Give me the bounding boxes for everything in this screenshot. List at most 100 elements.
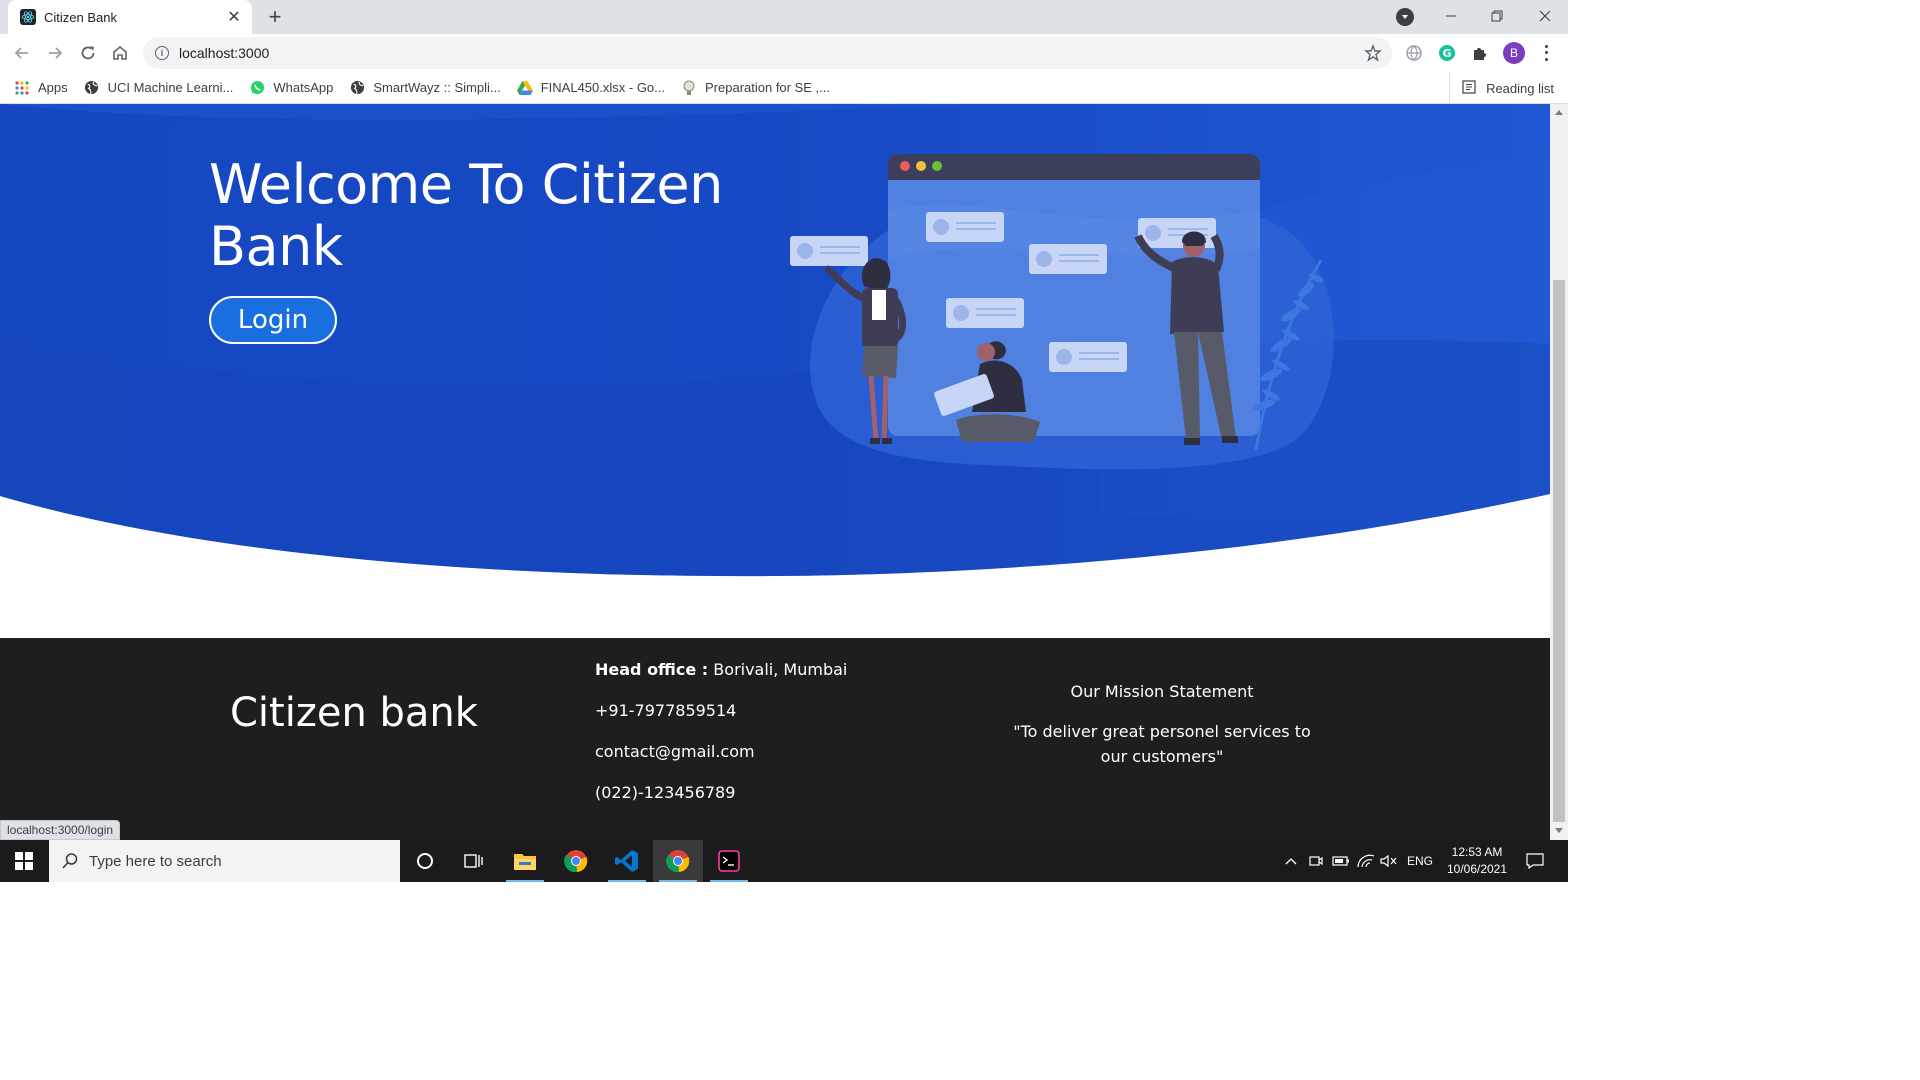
chrome-active-taskbar-button[interactable]: [653, 840, 703, 882]
wifi-icon: [1357, 854, 1375, 868]
home-icon: [113, 45, 127, 60]
team-collaboration-illustration: [790, 154, 1334, 470]
chrome-icon: [666, 850, 690, 873]
globe-icon: [84, 80, 100, 96]
page-scrollbar[interactable]: [1550, 104, 1568, 840]
bookmark-label: Apps: [38, 80, 68, 95]
meet-icon: [1309, 856, 1323, 866]
cortana-circle-icon: [417, 853, 433, 869]
bookmarks-bar: Apps UCI Machine Learni... WhatsApp Smar…: [0, 72, 1568, 104]
tab-search-button[interactable]: [1396, 8, 1414, 26]
action-center-button[interactable]: [1520, 840, 1550, 882]
wifi-indicator[interactable]: [1355, 840, 1377, 882]
reload-button[interactable]: [74, 39, 102, 67]
bookmark-apps[interactable]: Apps: [14, 80, 68, 96]
vscode-taskbar-button[interactable]: [602, 840, 652, 882]
browser-menu-icon[interactable]: [1538, 43, 1554, 63]
landline-text: (022)-123456789: [595, 783, 736, 802]
scrollbar-thumb[interactable]: [1553, 280, 1565, 822]
mission-statement: Our Mission Statement "To deliver great …: [1002, 682, 1322, 769]
windows-taskbar: Type here to search ENG 12:53 AM 10/06/2…: [0, 840, 1568, 882]
tab-strip: Citizen Bank ✕ +: [0, 0, 1568, 34]
site-info-icon[interactable]: i: [155, 46, 169, 60]
show-hidden-icons-button[interactable]: [1280, 840, 1302, 882]
taskbar-clock[interactable]: 12:53 AM 10/06/2021: [1440, 844, 1514, 878]
reading-list-button[interactable]: Reading list: [1449, 72, 1554, 104]
bookmark-label: FINAL450.xlsx - Go...: [540, 80, 665, 95]
running-indicator: [608, 880, 646, 882]
clock-date: 10/06/2021: [1446, 862, 1508, 876]
tab-title: Citizen Bank: [44, 9, 117, 25]
translate-extension-icon[interactable]: [1404, 43, 1424, 63]
home-button[interactable]: [106, 39, 134, 67]
task-view-button[interactable]: [449, 840, 499, 882]
volume-indicator[interactable]: [1378, 840, 1400, 882]
close-window-button[interactable]: [1522, 0, 1568, 32]
back-arrow-icon: [14, 47, 28, 59]
apps-grid-icon: [14, 80, 30, 96]
running-indicator: [710, 880, 748, 882]
chrome-taskbar-button[interactable]: [551, 840, 601, 882]
forward-button[interactable]: [41, 39, 69, 67]
language-indicator[interactable]: ENG: [1404, 840, 1436, 882]
phone-text: +91-7977859514: [595, 701, 737, 720]
footer-brand: Citizen bank: [230, 690, 478, 736]
notification-icon: [1526, 853, 1544, 869]
address-bar[interactable]: i localhost:3000: [143, 37, 1392, 69]
bookmark-smartwayz[interactable]: SmartWayz :: Simpli...: [349, 80, 501, 96]
file-explorer-button[interactable]: [500, 840, 550, 882]
bookmark-label: SmartWayz :: Simpli...: [373, 80, 501, 95]
back-button[interactable]: [8, 39, 36, 67]
bookmark-preparation[interactable]: Preparation for SE ,...: [681, 80, 830, 96]
restore-button[interactable]: [1474, 0, 1520, 32]
battery-icon: [1332, 856, 1349, 866]
battery-indicator[interactable]: [1329, 840, 1353, 882]
link-status-bar: localhost:3000/login: [0, 820, 121, 840]
head-office-row: Head office : Borivali, Mumbai: [595, 660, 847, 701]
terminal-taskbar-button[interactable]: [704, 840, 754, 882]
footer-contact: Head office : Borivali, Mumbai +91-79778…: [595, 660, 847, 824]
bookmark-uci[interactable]: UCI Machine Learni...: [84, 80, 234, 96]
new-tab-button[interactable]: +: [264, 4, 286, 29]
site-footer: Citizen bank Head office : Borivali, Mum…: [0, 638, 1550, 840]
browser-toolbar: i localhost:3000 G B: [0, 34, 1568, 72]
vscode-icon: [615, 850, 638, 872]
tab-close-icon[interactable]: ✕: [226, 9, 242, 26]
bookmark-whatsapp[interactable]: WhatsApp: [249, 80, 333, 96]
grammarly-extension-icon[interactable]: G: [1437, 43, 1457, 63]
login-button[interactable]: Login: [209, 296, 337, 344]
volume-muted-icon: [1380, 854, 1397, 868]
windows-logo-icon: [15, 852, 33, 870]
start-button[interactable]: [0, 840, 48, 882]
taskbar-search-box[interactable]: Type here to search: [49, 840, 400, 882]
email-text: contact@gmail.com: [595, 742, 755, 761]
hero-section: Welcome To Citizen Bank Login: [0, 104, 1550, 638]
profile-avatar[interactable]: B: [1503, 42, 1525, 64]
cortana-button[interactable]: [400, 840, 450, 882]
bulb-icon: [681, 80, 697, 96]
forward-arrow-icon: [49, 47, 63, 59]
hero-title: Welcome To Citizen Bank: [209, 153, 723, 278]
extensions-puzzle-icon[interactable]: [1470, 43, 1490, 63]
chrome-icon: [564, 850, 588, 873]
scroll-up-arrow-icon[interactable]: [1555, 110, 1563, 115]
browser-tab[interactable]: Citizen Bank ✕: [8, 0, 252, 34]
react-favicon-icon: [20, 9, 36, 25]
bookmark-final450[interactable]: FINAL450.xlsx - Go...: [516, 80, 665, 96]
task-view-icon: [464, 854, 483, 868]
whatsapp-icon: [249, 80, 265, 96]
url-text: localhost:3000: [179, 45, 270, 61]
scroll-down-arrow-icon[interactable]: [1555, 828, 1563, 833]
bookmark-label: UCI Machine Learni...: [107, 80, 234, 95]
head-office-label: Head office :: [595, 660, 709, 679]
globe-icon: [349, 80, 365, 96]
bookmark-star-icon[interactable]: [1364, 44, 1382, 62]
minimize-button[interactable]: [1428, 0, 1474, 32]
head-office-value: Borivali, Mumbai: [713, 660, 848, 679]
reading-list-label: Reading list: [1486, 80, 1554, 96]
meet-now-button[interactable]: [1305, 840, 1327, 882]
bookmark-label: Preparation for SE ,...: [705, 80, 831, 95]
reload-icon: [81, 46, 95, 60]
svg-text:G: G: [1442, 47, 1451, 60]
page-viewport: Welcome To Citizen Bank Login Citizen ba…: [0, 104, 1550, 840]
